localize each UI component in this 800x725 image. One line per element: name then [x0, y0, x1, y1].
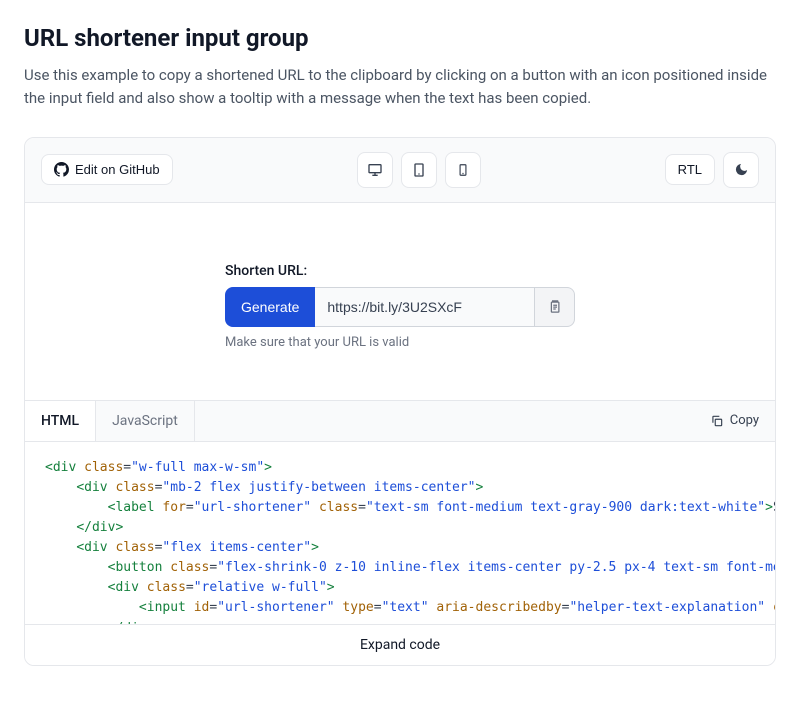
- url-input[interactable]: [315, 287, 535, 327]
- tab-javascript[interactable]: JavaScript: [96, 401, 195, 441]
- desktop-view-button[interactable]: [357, 152, 393, 188]
- tablet-icon: [411, 162, 427, 178]
- code-block: <div class="w-full max-w-sm"> <div class…: [25, 442, 775, 624]
- edit-on-github-label: Edit on GitHub: [75, 162, 160, 177]
- tab-html[interactable]: HTML: [25, 401, 96, 441]
- mobile-view-button[interactable]: [445, 152, 481, 188]
- tablet-view-button[interactable]: [401, 152, 437, 188]
- edit-on-github-button[interactable]: Edit on GitHub: [41, 154, 173, 185]
- toolbar-right: RTL: [665, 152, 759, 188]
- preview-toolbar: Edit on GitHub RTL: [25, 138, 775, 203]
- desktop-icon: [367, 162, 383, 178]
- shorten-url-label: Shorten URL:: [225, 263, 575, 279]
- example-panel: Edit on GitHub RTL: [24, 137, 776, 666]
- section-heading: URL shortener input group: [24, 24, 776, 52]
- dark-mode-button[interactable]: [723, 152, 759, 188]
- copy-url-button[interactable]: [535, 287, 575, 327]
- moon-icon: [734, 162, 749, 177]
- section-description: Use this example to copy a shortened URL…: [24, 64, 776, 111]
- generate-button[interactable]: Generate: [225, 287, 315, 327]
- copy-code-button[interactable]: Copy: [694, 413, 775, 428]
- copy-code-label: Copy: [730, 413, 759, 428]
- rtl-toggle-button[interactable]: RTL: [665, 154, 715, 185]
- clipboard-icon: [547, 299, 562, 314]
- mobile-icon: [456, 162, 470, 178]
- code-tab-bar: HTML JavaScript Copy: [25, 400, 775, 442]
- copy-icon: [710, 414, 724, 428]
- github-icon: [54, 162, 69, 177]
- url-shortener-widget: Shorten URL: Generate Make sure that you…: [225, 263, 575, 350]
- viewport-buttons: [357, 152, 481, 188]
- input-group: Generate: [225, 287, 575, 327]
- expand-code-button[interactable]: Expand code: [25, 624, 775, 665]
- preview-area: Shorten URL: Generate Make sure that you…: [25, 203, 775, 400]
- helper-text: Make sure that your URL is valid: [225, 335, 575, 350]
